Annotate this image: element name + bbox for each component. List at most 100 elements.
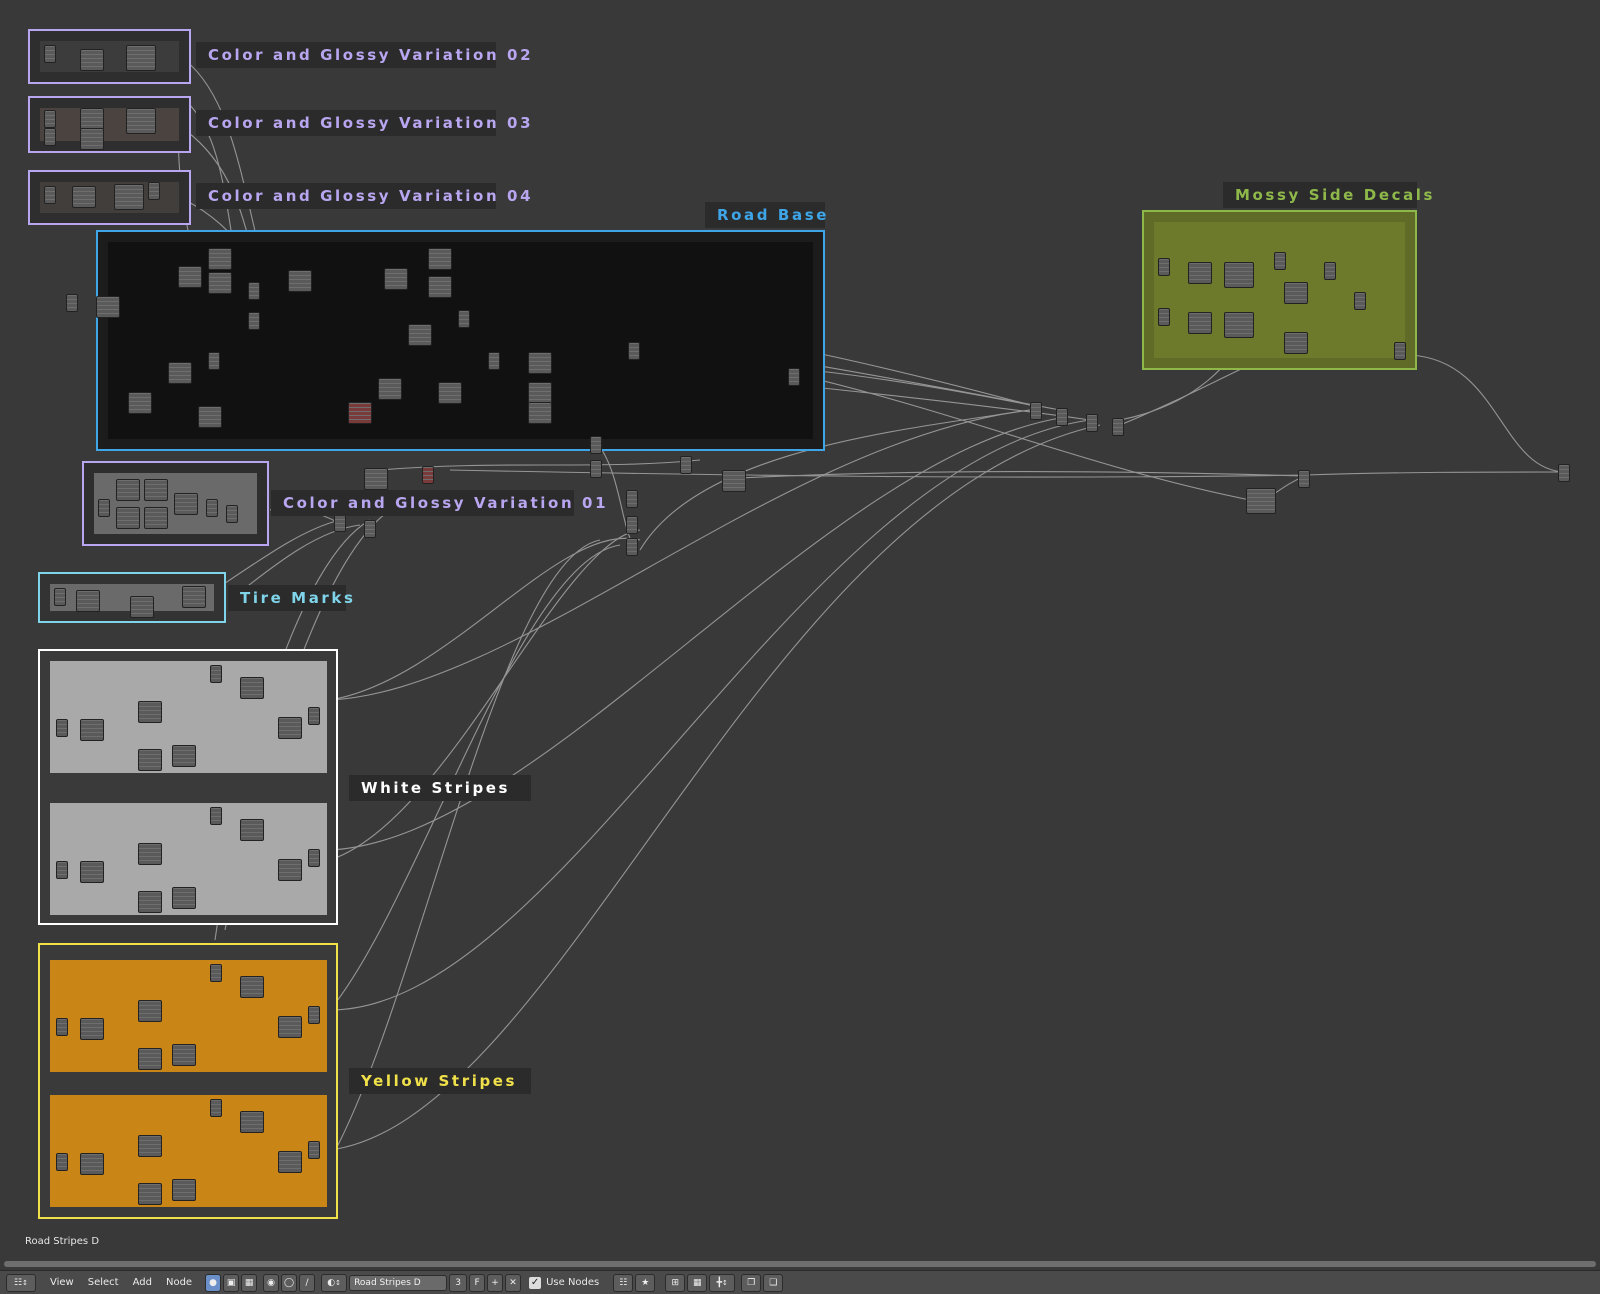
shader-node[interactable] — [628, 342, 640, 360]
frame-yellow-stripes[interactable] — [38, 943, 338, 1219]
shader-node[interactable] — [428, 248, 452, 270]
shader-node[interactable] — [144, 507, 168, 529]
copy-nodes-button[interactable]: ❐ — [741, 1273, 762, 1292]
shader-node[interactable] — [348, 402, 372, 424]
shader-node[interactable] — [114, 184, 144, 210]
shader-node[interactable] — [1158, 308, 1170, 326]
shader-node[interactable] — [116, 479, 140, 501]
shader-node[interactable] — [210, 1099, 222, 1117]
user-count-button[interactable]: 3 — [449, 1273, 468, 1292]
shader-node[interactable] — [722, 470, 746, 492]
shader-node[interactable] — [1246, 488, 1276, 514]
frame-color-glossy-02[interactable] — [28, 29, 191, 84]
shader-node[interactable] — [210, 665, 222, 683]
unlink-material-button[interactable]: ✕ — [505, 1273, 522, 1292]
shader-node[interactable] — [278, 1016, 302, 1038]
white-stripes-group-b[interactable] — [50, 803, 327, 915]
menu-view[interactable]: View — [50, 1277, 74, 1288]
shader-node[interactable] — [438, 382, 462, 404]
horizontal-scrollbar[interactable] — [4, 1261, 1596, 1267]
shader-node[interactable] — [626, 538, 638, 556]
shader-node[interactable] — [378, 378, 402, 400]
shader-node[interactable] — [528, 352, 552, 374]
new-material-button[interactable]: + — [487, 1273, 504, 1292]
shader-node[interactable] — [208, 272, 232, 294]
shader-node[interactable] — [182, 586, 206, 608]
shader-node[interactable] — [1354, 292, 1366, 310]
shader-node[interactable] — [248, 282, 260, 300]
shader-node[interactable] — [138, 749, 162, 771]
shader-node[interactable] — [1324, 262, 1336, 280]
frame-tire-marks[interactable] — [38, 572, 226, 623]
shader-node[interactable] — [240, 1111, 264, 1133]
shader-node[interactable] — [126, 108, 156, 134]
shader-node[interactable] — [168, 362, 192, 384]
shader-node[interactable] — [422, 466, 434, 484]
shader-node[interactable] — [1056, 408, 1068, 426]
shader-node[interactable] — [126, 45, 156, 71]
shader-node[interactable] — [308, 707, 320, 725]
fake-user-button[interactable]: F — [469, 1273, 486, 1292]
shader-node[interactable] — [364, 520, 376, 538]
shader-node[interactable] — [130, 596, 154, 618]
shader-node[interactable] — [1224, 312, 1254, 338]
shader-node[interactable] — [80, 861, 104, 883]
shader-node[interactable] — [80, 719, 104, 741]
frame-color-glossy-03[interactable] — [28, 96, 191, 153]
shader-node[interactable] — [488, 352, 500, 370]
shader-node[interactable] — [1284, 282, 1308, 304]
menu-select[interactable]: Select — [88, 1277, 119, 1288]
shader-node[interactable] — [240, 976, 264, 998]
shader-node[interactable] — [138, 891, 162, 913]
shader-node[interactable] — [174, 493, 198, 515]
shader-node[interactable] — [408, 324, 432, 346]
shader-node[interactable] — [208, 248, 232, 270]
object-source-button[interactable]: ◉ — [263, 1273, 280, 1292]
shader-node[interactable] — [1030, 402, 1042, 420]
shader-node[interactable] — [308, 849, 320, 867]
shader-node[interactable] — [172, 1044, 196, 1066]
shader-node[interactable] — [278, 1151, 302, 1173]
shader-node[interactable] — [138, 1183, 162, 1205]
shader-node[interactable] — [788, 368, 800, 386]
shader-node[interactable] — [80, 1018, 104, 1040]
shader-node[interactable] — [44, 128, 56, 146]
yellow-stripes-group-b[interactable] — [50, 1095, 327, 1207]
shader-node[interactable] — [44, 110, 56, 128]
shader-node[interactable] — [116, 507, 140, 529]
shader-node[interactable] — [148, 182, 160, 200]
material-output-node[interactable] — [1558, 464, 1570, 482]
yellow-stripes-group-a[interactable] — [50, 960, 327, 1072]
shader-node[interactable] — [138, 843, 162, 865]
shader-node[interactable] — [138, 1000, 162, 1022]
shader-node[interactable] — [590, 460, 602, 478]
object-shader-button[interactable]: ● — [205, 1273, 222, 1292]
shader-node[interactable] — [384, 268, 408, 290]
world-shader-button[interactable]: ▣ — [223, 1273, 240, 1292]
shader-node[interactable] — [128, 392, 152, 414]
shader-node[interactable] — [458, 310, 470, 328]
shader-node[interactable] — [66, 294, 78, 312]
shader-node[interactable] — [1274, 252, 1286, 270]
shader-node[interactable] — [178, 266, 202, 288]
shader-node[interactable] — [226, 505, 238, 523]
white-stripes-group-a[interactable] — [50, 661, 327, 773]
shader-node[interactable] — [56, 1018, 68, 1036]
texture-shader-button[interactable]: ▦ — [241, 1273, 258, 1292]
shader-node[interactable] — [626, 490, 638, 508]
shader-node[interactable] — [278, 859, 302, 881]
shader-node[interactable] — [76, 590, 100, 612]
shader-node[interactable] — [210, 964, 222, 982]
shader-node[interactable] — [308, 1141, 320, 1159]
pin-button[interactable]: ★ — [635, 1273, 656, 1292]
shader-node[interactable] — [528, 402, 552, 424]
shader-node[interactable] — [1086, 414, 1098, 432]
frame-mossy-side-decals[interactable] — [1142, 210, 1417, 370]
frame-road-base[interactable] — [96, 230, 825, 451]
snap-toggle-button[interactable]: ⊞ — [665, 1273, 686, 1292]
shader-node[interactable] — [1224, 262, 1254, 288]
frame-color-glossy-01[interactable] — [82, 461, 269, 546]
shader-node[interactable] — [1112, 418, 1124, 436]
shader-node[interactable] — [1158, 258, 1170, 276]
shader-node[interactable] — [56, 861, 68, 879]
